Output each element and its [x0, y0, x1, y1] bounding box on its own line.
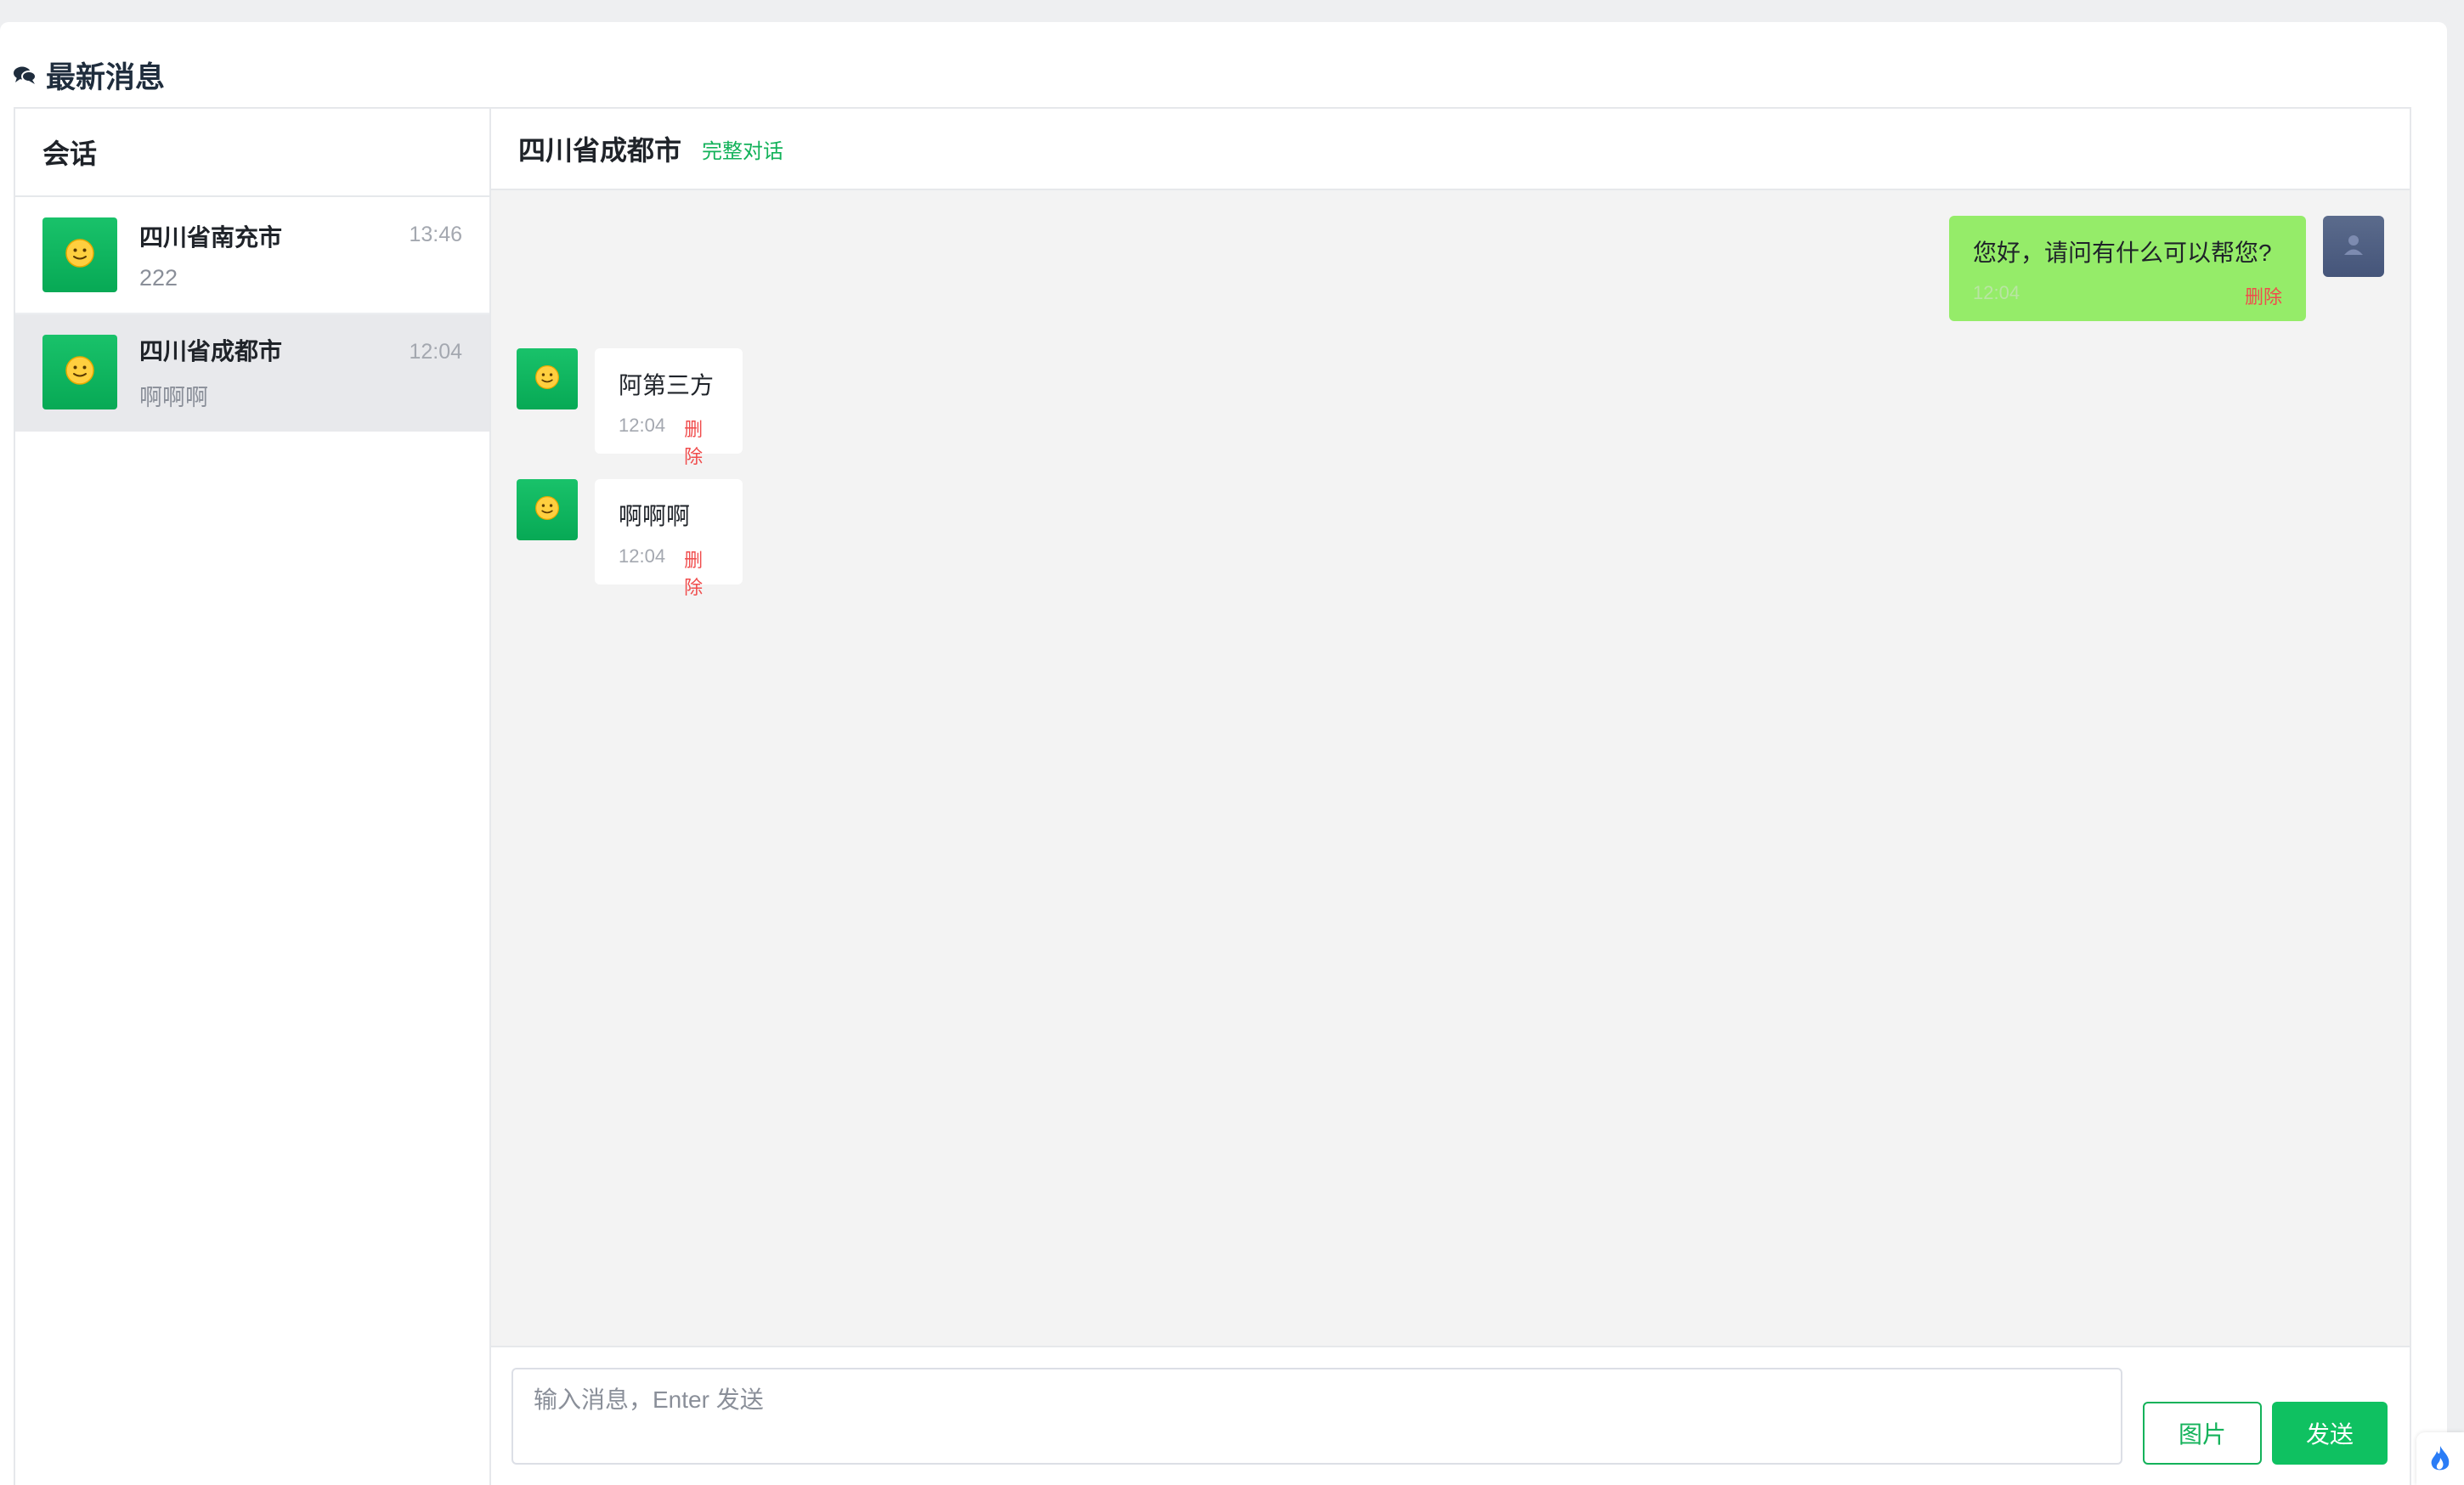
- message-customer: 啊啊啊 12:04 删除: [517, 479, 743, 598]
- page-title: 最新消息: [46, 60, 166, 94]
- message-text: 阿第三方: [619, 372, 715, 398]
- delete-message-button[interactable]: 删除: [684, 415, 719, 469]
- conversation-time: 13:46: [409, 223, 462, 246]
- message-customer: 阿第三方 12:04 删除: [517, 348, 743, 467]
- message-list[interactable]: 您好，请问有什么可以帮您? 12:04 删除 阿第三方 12:04 删除 啊啊啊…: [491, 190, 2410, 1346]
- smiley-icon: [534, 364, 560, 394]
- conversation-preview: 啊啊啊: [139, 384, 208, 410]
- agent-avatar: [2323, 216, 2384, 277]
- delete-message-button[interactable]: 删除: [2245, 282, 2282, 309]
- smiley-icon: [65, 355, 95, 390]
- smiley-icon: [534, 495, 560, 525]
- message-text: 啊啊啊: [619, 503, 691, 529]
- message-text: 您好，请问有什么可以帮您?: [1973, 240, 2272, 266]
- message-time: 12:04: [619, 545, 666, 567]
- conversation-time: 12:04: [409, 340, 462, 364]
- chat-header: 四川省成都市 完整对话: [491, 109, 2410, 190]
- user-icon: [2341, 232, 2366, 262]
- send-button[interactable]: 发送: [2272, 1402, 2388, 1465]
- message-input[interactable]: [511, 1368, 2122, 1465]
- page-header: 最新消息: [12, 49, 165, 100]
- smiley-icon: [65, 238, 95, 273]
- customer-avatar: [517, 348, 578, 409]
- conversation-header: 会话: [15, 109, 489, 197]
- conversation-avatar: [42, 217, 117, 292]
- message-bubble: 啊啊啊 12:04 删除: [595, 479, 743, 598]
- flame-icon[interactable]: [2416, 1432, 2464, 1485]
- message-bubble: 您好，请问有什么可以帮您? 12:04 删除: [1949, 216, 2306, 321]
- message-time: 12:04: [1973, 282, 2020, 303]
- chat-title: 四川省成都市: [518, 135, 682, 166]
- customer-avatar: [517, 479, 578, 540]
- conversation-avatar: [42, 335, 117, 409]
- conversation-panel: 会话 四川省南充市 222 13:46 四川省成都市 啊啊啊 12:04: [15, 109, 491, 1485]
- conversation-item-chengdu[interactable]: 四川省成都市 啊啊啊 12:04: [15, 314, 489, 432]
- comments-icon: [12, 62, 37, 88]
- message-self: 您好，请问有什么可以帮您? 12:04 删除: [1949, 216, 2384, 321]
- chat-frame: 会话 四川省南充市 222 13:46 四川省成都市 啊啊啊 12:04 四川省…: [14, 107, 2411, 1485]
- image-button[interactable]: 图片: [2143, 1402, 2262, 1465]
- full-conversation-link[interactable]: 完整对话: [702, 134, 783, 164]
- composer: 图片 发送: [491, 1346, 2410, 1485]
- chat-panel: 四川省成都市 完整对话 您好，请问有什么可以帮您? 12:04 删除 阿第三方 …: [491, 109, 2410, 1485]
- message-time: 12:04: [619, 415, 666, 436]
- delete-message-button[interactable]: 删除: [684, 545, 719, 600]
- conversation-preview: 222: [139, 264, 178, 291]
- message-bubble: 阿第三方 12:04 删除: [595, 348, 743, 467]
- conversation-item-nanchong[interactable]: 四川省南充市 222 13:46: [15, 197, 489, 314]
